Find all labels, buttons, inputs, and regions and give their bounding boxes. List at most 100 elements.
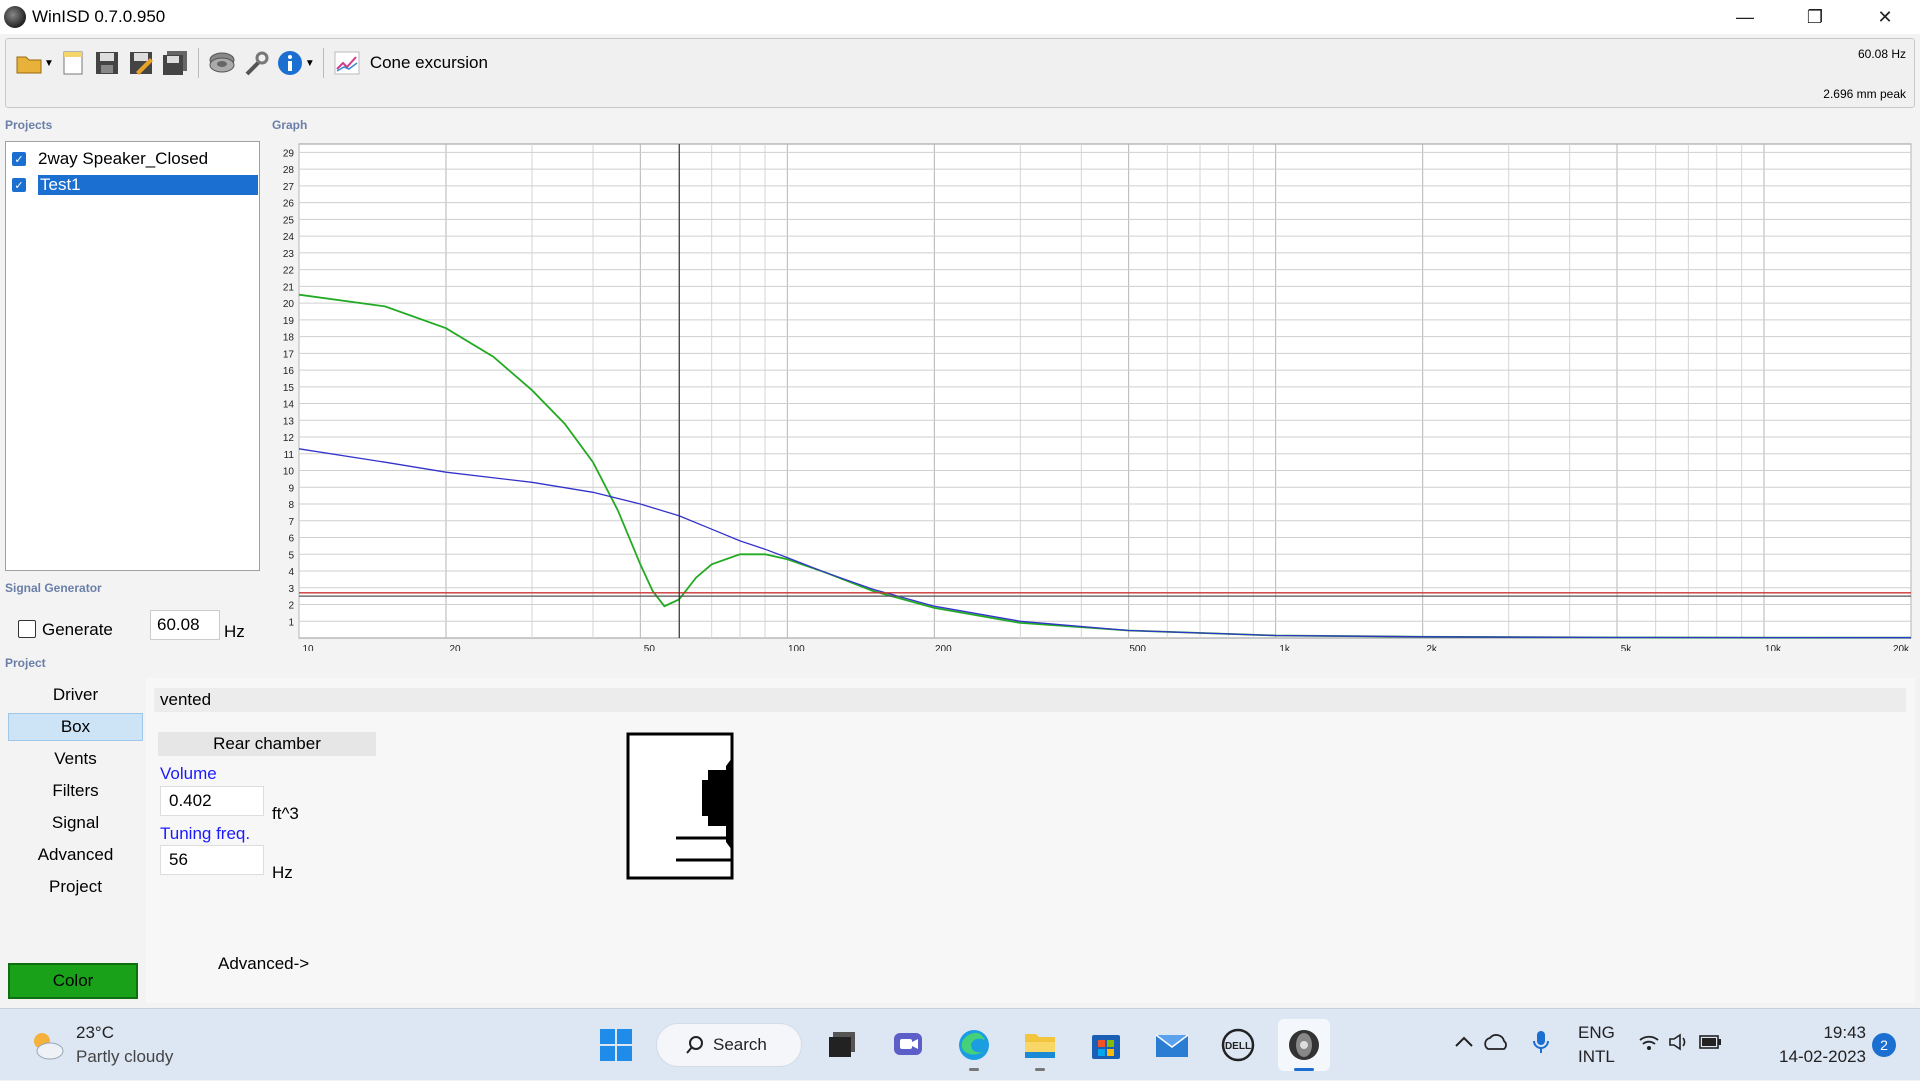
y-tick-label: 17 [283, 349, 295, 360]
y-tick-label: 8 [288, 500, 294, 511]
y-tick-label: 25 [283, 215, 295, 226]
onedrive-cloud-icon[interactable] [1482, 1033, 1510, 1056]
y-tick-label: 21 [283, 282, 295, 293]
box-settings-panel: vented Rear chamber Volume 0.402 ft^3 Tu… [146, 678, 1915, 1003]
x-tick-label: 5k [1621, 644, 1633, 651]
y-tick-label: 6 [288, 534, 294, 545]
taskbar-search[interactable]: Search [656, 1023, 802, 1067]
chat-icon[interactable] [882, 1019, 934, 1071]
window-controls: — ❐ ✕ [1710, 0, 1920, 34]
task-view-icon[interactable] [816, 1019, 868, 1071]
file-explorer-icon[interactable] [1014, 1019, 1066, 1071]
y-tick-label: 19 [283, 316, 295, 327]
x-tick-label: 500 [1129, 644, 1146, 651]
nav-project[interactable]: Project [8, 873, 143, 901]
y-tick-label: 1 [288, 617, 294, 628]
generator-frequency-input[interactable]: 60.08 [150, 610, 220, 640]
nav-vents[interactable]: Vents [8, 745, 143, 773]
svg-text:DELL: DELL [1225, 1041, 1251, 1052]
title-bar: WinISD 0.7.0.950 — ❐ ✕ [0, 0, 1920, 34]
info-dropdown-chevron-icon[interactable]: ▼ [305, 58, 315, 69]
driver-icon[interactable] [207, 48, 237, 78]
tools-icon[interactable] [241, 48, 271, 78]
new-project-icon[interactable] [58, 48, 88, 78]
notification-badge[interactable]: 2 [1872, 1033, 1896, 1057]
y-tick-label: 4 [288, 567, 294, 578]
y-tick-label: 12 [283, 433, 295, 444]
close-button[interactable]: ✕ [1850, 0, 1920, 34]
volume-speaker-icon[interactable] [1668, 1033, 1690, 1056]
info-icon[interactable] [275, 48, 305, 78]
y-tick-label: 2 [288, 601, 294, 612]
vented-box-diagram-icon [626, 732, 734, 880]
save-as-icon[interactable] [126, 48, 156, 78]
project-name[interactable]: 2way Speaker_Closed [38, 149, 208, 169]
system-tray: ENG INTL 19:43 14-02-2023 2 [1440, 1009, 1920, 1081]
cone-excursion-graph[interactable]: 1 2 3 4 5 6 7 8 9 10 11 12 13 14 15 16 17 18 19 20 21 22 23 24 2… [268, 141, 1916, 655]
advanced-link[interactable]: Advanced-> [218, 954, 309, 974]
microsoft-store-icon[interactable] [1080, 1019, 1132, 1071]
generator-frequency-unit: Hz [224, 622, 245, 641]
winisd-taskbar-icon[interactable] [1278, 1019, 1330, 1071]
nav-advanced[interactable]: Advanced [8, 841, 143, 869]
y-tick-label: 16 [283, 366, 295, 377]
wifi-icon[interactable] [1638, 1033, 1660, 1056]
chart-mode-label[interactable]: Cone excursion [370, 53, 488, 73]
chart-svg[interactable]: 1234567891011121314151617181920212223242… [268, 141, 1916, 655]
volume-unit: ft^3 [272, 804, 299, 823]
project-checkbox[interactable]: ✓ [12, 152, 26, 166]
clock-time[interactable]: 19:43 [1808, 1023, 1866, 1043]
projects-list[interactable]: ✓ 2way Speaker_Closed ✓ Test1 [5, 141, 260, 571]
nav-box[interactable]: Box [8, 713, 143, 741]
y-tick-label: 9 [288, 483, 294, 494]
y-tick-label: 27 [283, 182, 295, 193]
x-tick-label: 10 [302, 644, 314, 651]
chart-type-icon[interactable] [332, 48, 362, 78]
tuning-freq-unit: Hz [272, 863, 293, 882]
minimize-button[interactable]: — [1710, 0, 1780, 34]
open-dropdown-chevron-icon[interactable]: ▼ [44, 58, 54, 69]
clock-date[interactable]: 14-02-2023 [1758, 1047, 1866, 1067]
language-intl[interactable]: INTL [1578, 1047, 1615, 1067]
partly-cloudy-icon[interactable] [28, 1029, 66, 1061]
project-item[interactable]: ✓ 2way Speaker_Closed [12, 147, 208, 171]
generate-label[interactable]: Generate [42, 620, 113, 640]
winisd-app-icon [4, 6, 26, 28]
x-tick-label: 10k [1765, 644, 1782, 651]
winisd-window: WinISD 0.7.0.950 — ❐ ✕ ▼ ▼ Cone excursio… [0, 0, 1920, 1008]
save-all-icon[interactable] [160, 48, 190, 78]
project-checkbox[interactable]: ✓ [12, 178, 26, 192]
tuning-freq-input[interactable]: 56 [160, 845, 264, 875]
language-eng[interactable]: ENG [1578, 1023, 1615, 1043]
y-tick-label: 10 [283, 467, 295, 478]
dell-icon[interactable]: DELL [1212, 1019, 1264, 1071]
start-windows-icon[interactable] [590, 1019, 642, 1071]
color-button[interactable]: Color [8, 963, 138, 999]
running-indicator [969, 1068, 979, 1071]
tuning-freq-label: Tuning freq. [160, 824, 251, 843]
y-tick-label: 24 [283, 232, 295, 243]
project-name[interactable]: Test1 [38, 175, 258, 195]
rear-chamber-header[interactable]: Rear chamber [158, 732, 376, 756]
y-tick-label: 3 [288, 584, 294, 595]
nav-filters[interactable]: Filters [8, 777, 143, 805]
weather-description[interactable]: Partly cloudy [76, 1047, 173, 1067]
search-label: Search [713, 1035, 767, 1054]
open-folder-icon[interactable] [14, 48, 44, 78]
battery-icon[interactable] [1698, 1033, 1724, 1056]
save-icon[interactable] [92, 48, 122, 78]
projects-section-label: Projects [5, 118, 53, 132]
volume-input[interactable]: 0.402 [160, 786, 264, 816]
generate-checkbox[interactable] [18, 620, 36, 638]
mail-icon[interactable] [1146, 1019, 1198, 1071]
edge-browser-icon[interactable] [948, 1019, 1000, 1071]
project-item-selected[interactable]: ✓ Test1 [12, 173, 258, 197]
nav-driver[interactable]: Driver [8, 681, 143, 709]
show-hidden-icons-chevron-icon[interactable] [1454, 1033, 1474, 1053]
weather-temperature[interactable]: 23°C [76, 1023, 114, 1043]
y-tick-label: 26 [283, 199, 295, 210]
nav-signal[interactable]: Signal [8, 809, 143, 837]
maximize-button[interactable]: ❐ [1780, 0, 1850, 34]
microphone-icon[interactable] [1532, 1029, 1550, 1060]
box-type-selector[interactable]: vented [154, 688, 1906, 712]
